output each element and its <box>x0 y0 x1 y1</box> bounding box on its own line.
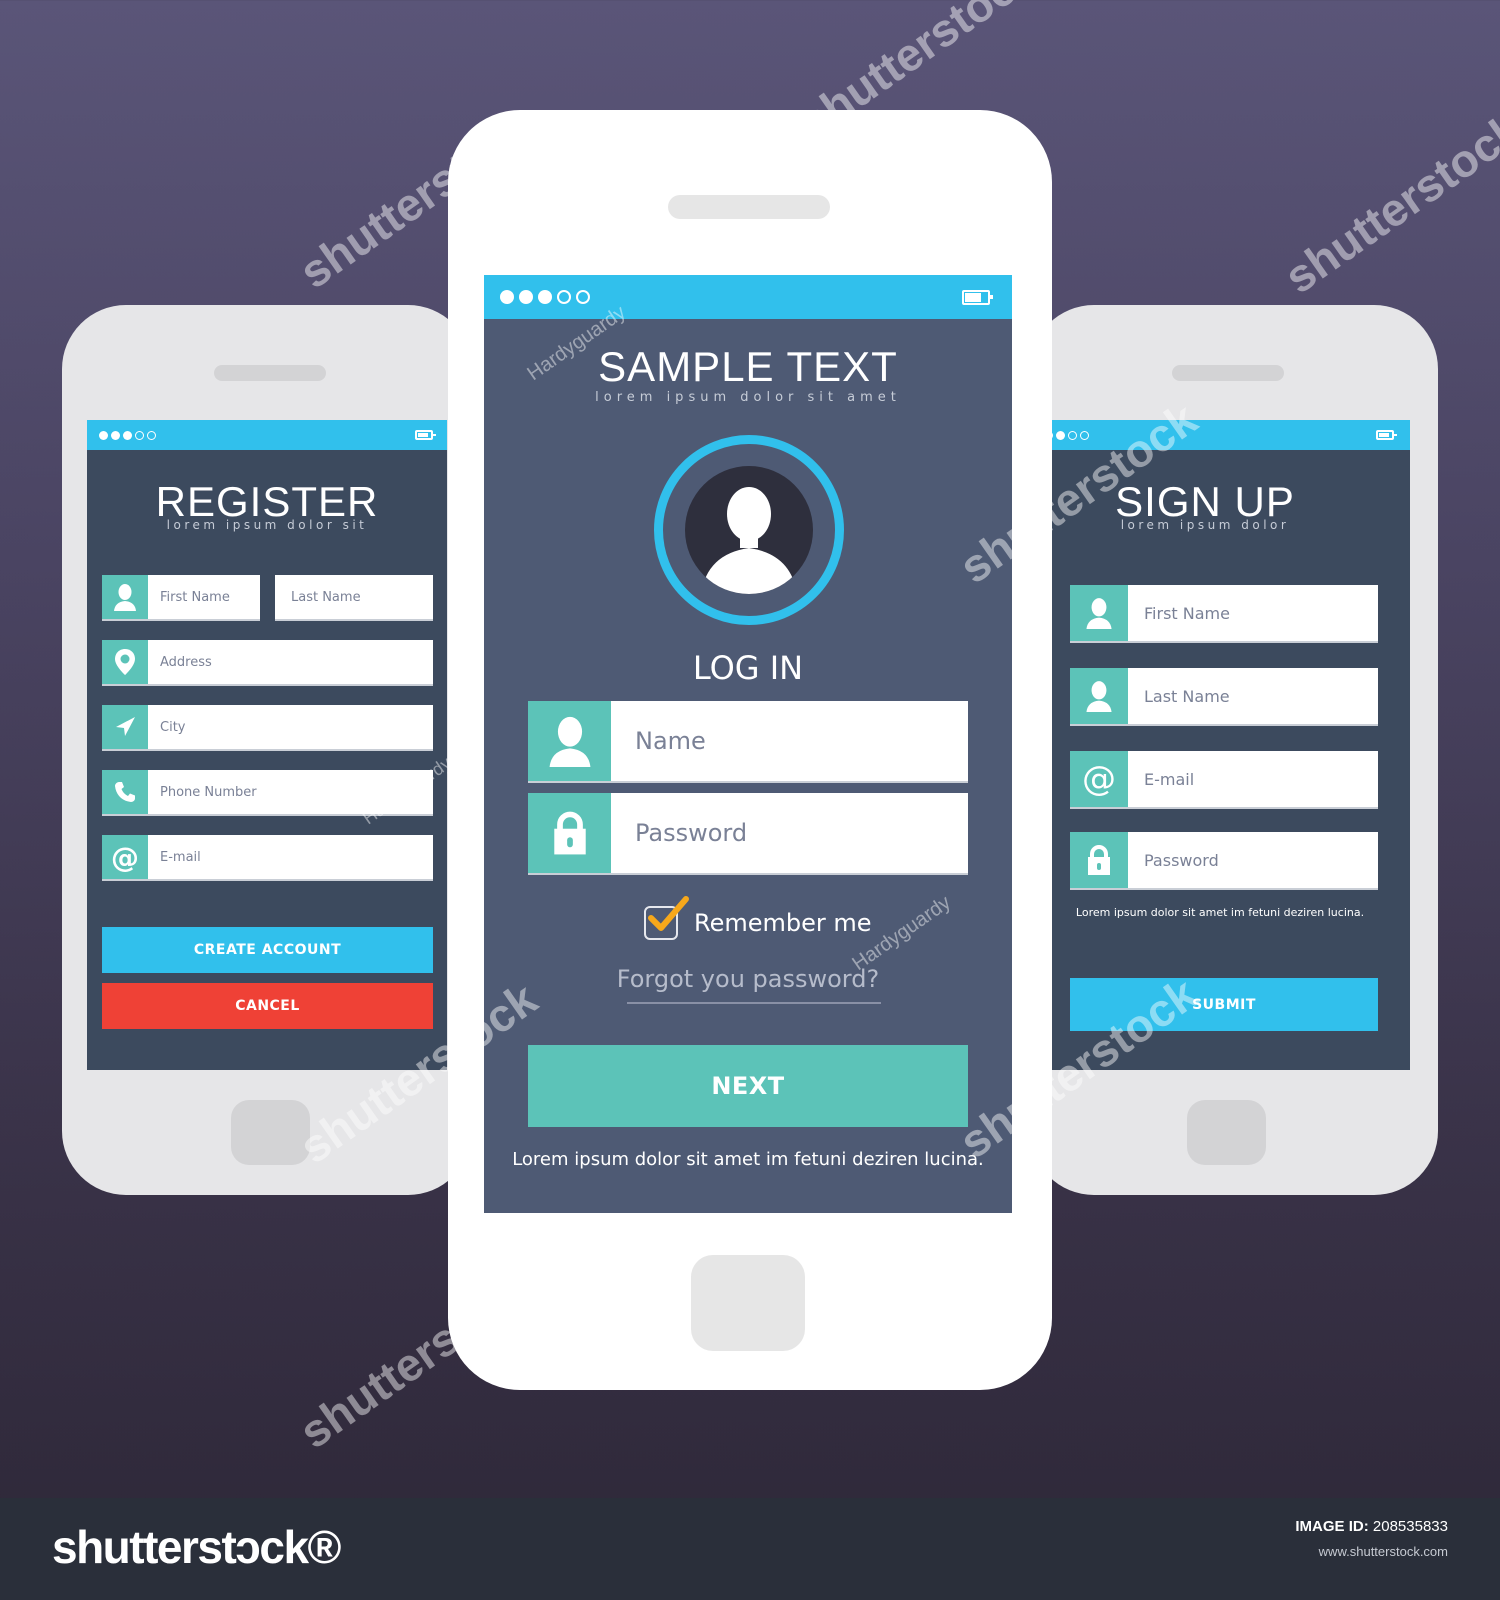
signup-phone: SIGN UP lorem ipsum dolor First Name Las… <box>1030 305 1438 1195</box>
submit-button[interactable]: SUBMIT <box>1070 978 1378 1031</box>
image-id-label: IMAGE ID: <box>1295 1518 1369 1535</box>
login-app-title: SAMPLE TEXT <box>598 343 898 390</box>
forgot-password-underline <box>627 1002 881 1004</box>
email-field[interactable]: @ E-mail <box>1070 751 1378 809</box>
create-account-button[interactable]: CREATE ACCOUNT <box>102 927 433 973</box>
password-field[interactable]: Password <box>528 793 968 875</box>
home-button[interactable] <box>691 1255 805 1351</box>
checkmark-icon <box>648 896 689 931</box>
battery-icon <box>415 430 436 440</box>
stock-footer: shutterstɔck® IMAGE ID: 208535833 www.sh… <box>0 1498 1500 1600</box>
status-bar <box>484 275 1012 319</box>
user-icon <box>1070 585 1128 641</box>
phone-speaker <box>214 365 326 381</box>
home-button[interactable] <box>1187 1100 1266 1165</box>
lock-icon <box>1070 832 1128 888</box>
city-field[interactable]: City <box>102 705 433 751</box>
image-id: IMAGE ID: 208535833 <box>1295 1518 1448 1535</box>
first-name-placeholder: First Name <box>1144 603 1230 623</box>
signup-subtitle: lorem ipsum dolor <box>1120 518 1290 532</box>
email-field[interactable]: @ E-mail <box>102 835 433 881</box>
signup-screen: SIGN UP lorem ipsum dolor First Name Las… <box>1030 420 1410 1070</box>
register-screen: REGISTER lorem ipsum dolor sit First Nam… <box>87 420 447 1070</box>
register-subtitle: lorem ipsum dolor sit <box>166 518 368 532</box>
next-button[interactable]: NEXT <box>528 1045 968 1127</box>
map-pin-icon <box>102 640 148 684</box>
login-screen: SAMPLE TEXT lorem ipsum dolor sit amet L… <box>484 275 1012 1213</box>
signup-note: Lorem ipsum dolor sit amet im fetuni dez… <box>1075 906 1365 919</box>
phone-number-field[interactable]: Phone Number <box>102 770 433 816</box>
navigation-arrow-icon <box>102 705 148 749</box>
battery-icon <box>1376 430 1397 440</box>
address-placeholder: Address <box>160 654 212 670</box>
user-icon <box>102 575 148 619</box>
last-name-field[interactable]: Last Name <box>1070 668 1378 726</box>
login-footer-note: Lorem ipsum dolor sit amet im fetuni dez… <box>512 1149 984 1170</box>
signal-dots-icon <box>500 290 590 304</box>
remember-me-row[interactable]: Remember me <box>644 896 872 943</box>
website-link: www.shutterstock.com <box>1318 1544 1448 1559</box>
home-button[interactable] <box>231 1100 310 1165</box>
phone-number-placeholder: Phone Number <box>160 784 257 800</box>
watermark-text: shutterstock <box>1275 102 1500 304</box>
password-placeholder: Password <box>1144 850 1219 870</box>
name-field[interactable]: Name <box>528 701 968 783</box>
at-icon: @ <box>102 835 148 879</box>
first-name-placeholder: First Name <box>160 589 230 605</box>
status-bar <box>1030 420 1410 450</box>
login-app-subtitle: lorem ipsum dolor sit amet <box>595 390 901 405</box>
email-placeholder: E-mail <box>160 849 201 865</box>
user-icon <box>528 701 611 781</box>
phone-speaker <box>668 195 830 219</box>
user-icon <box>1070 668 1128 724</box>
cancel-button[interactable]: CANCEL <box>102 983 433 1029</box>
register-phone: REGISTER lorem ipsum dolor sit First Nam… <box>62 305 472 1195</box>
name-placeholder: Name <box>635 727 706 755</box>
brand-logo: shutterstɔck® <box>52 1521 341 1573</box>
city-placeholder: City <box>160 719 186 735</box>
remember-me-checkbox[interactable] <box>644 896 689 940</box>
status-bar <box>87 420 447 450</box>
address-field[interactable]: Address <box>102 640 433 686</box>
login-phone: SAMPLE TEXT lorem ipsum dolor sit amet L… <box>448 110 1052 1390</box>
email-placeholder: E-mail <box>1144 769 1195 789</box>
remember-me-label: Remember me <box>694 909 872 937</box>
forgot-password-link[interactable]: Forgot you password? <box>484 965 1012 993</box>
first-name-field[interactable]: First Name <box>102 575 260 621</box>
user-avatar-icon <box>654 435 844 625</box>
signal-dots-icon <box>99 430 156 440</box>
password-field[interactable]: Password <box>1070 832 1378 890</box>
password-placeholder: Password <box>635 819 748 847</box>
first-name-field[interactable]: First Name <box>1070 585 1378 643</box>
battery-icon <box>962 289 993 305</box>
login-heading: LOG IN <box>692 649 804 687</box>
phone-icon <box>102 770 148 814</box>
phone-speaker <box>1172 365 1284 381</box>
lock-icon <box>528 793 611 873</box>
image-id-value: 208535833 <box>1372 1518 1448 1535</box>
last-name-placeholder: Last Name <box>1144 686 1230 706</box>
last-name-placeholder: Last Name <box>291 589 361 605</box>
at-icon: @ <box>1070 751 1128 807</box>
last-name-field[interactable]: Last Name <box>275 575 433 621</box>
